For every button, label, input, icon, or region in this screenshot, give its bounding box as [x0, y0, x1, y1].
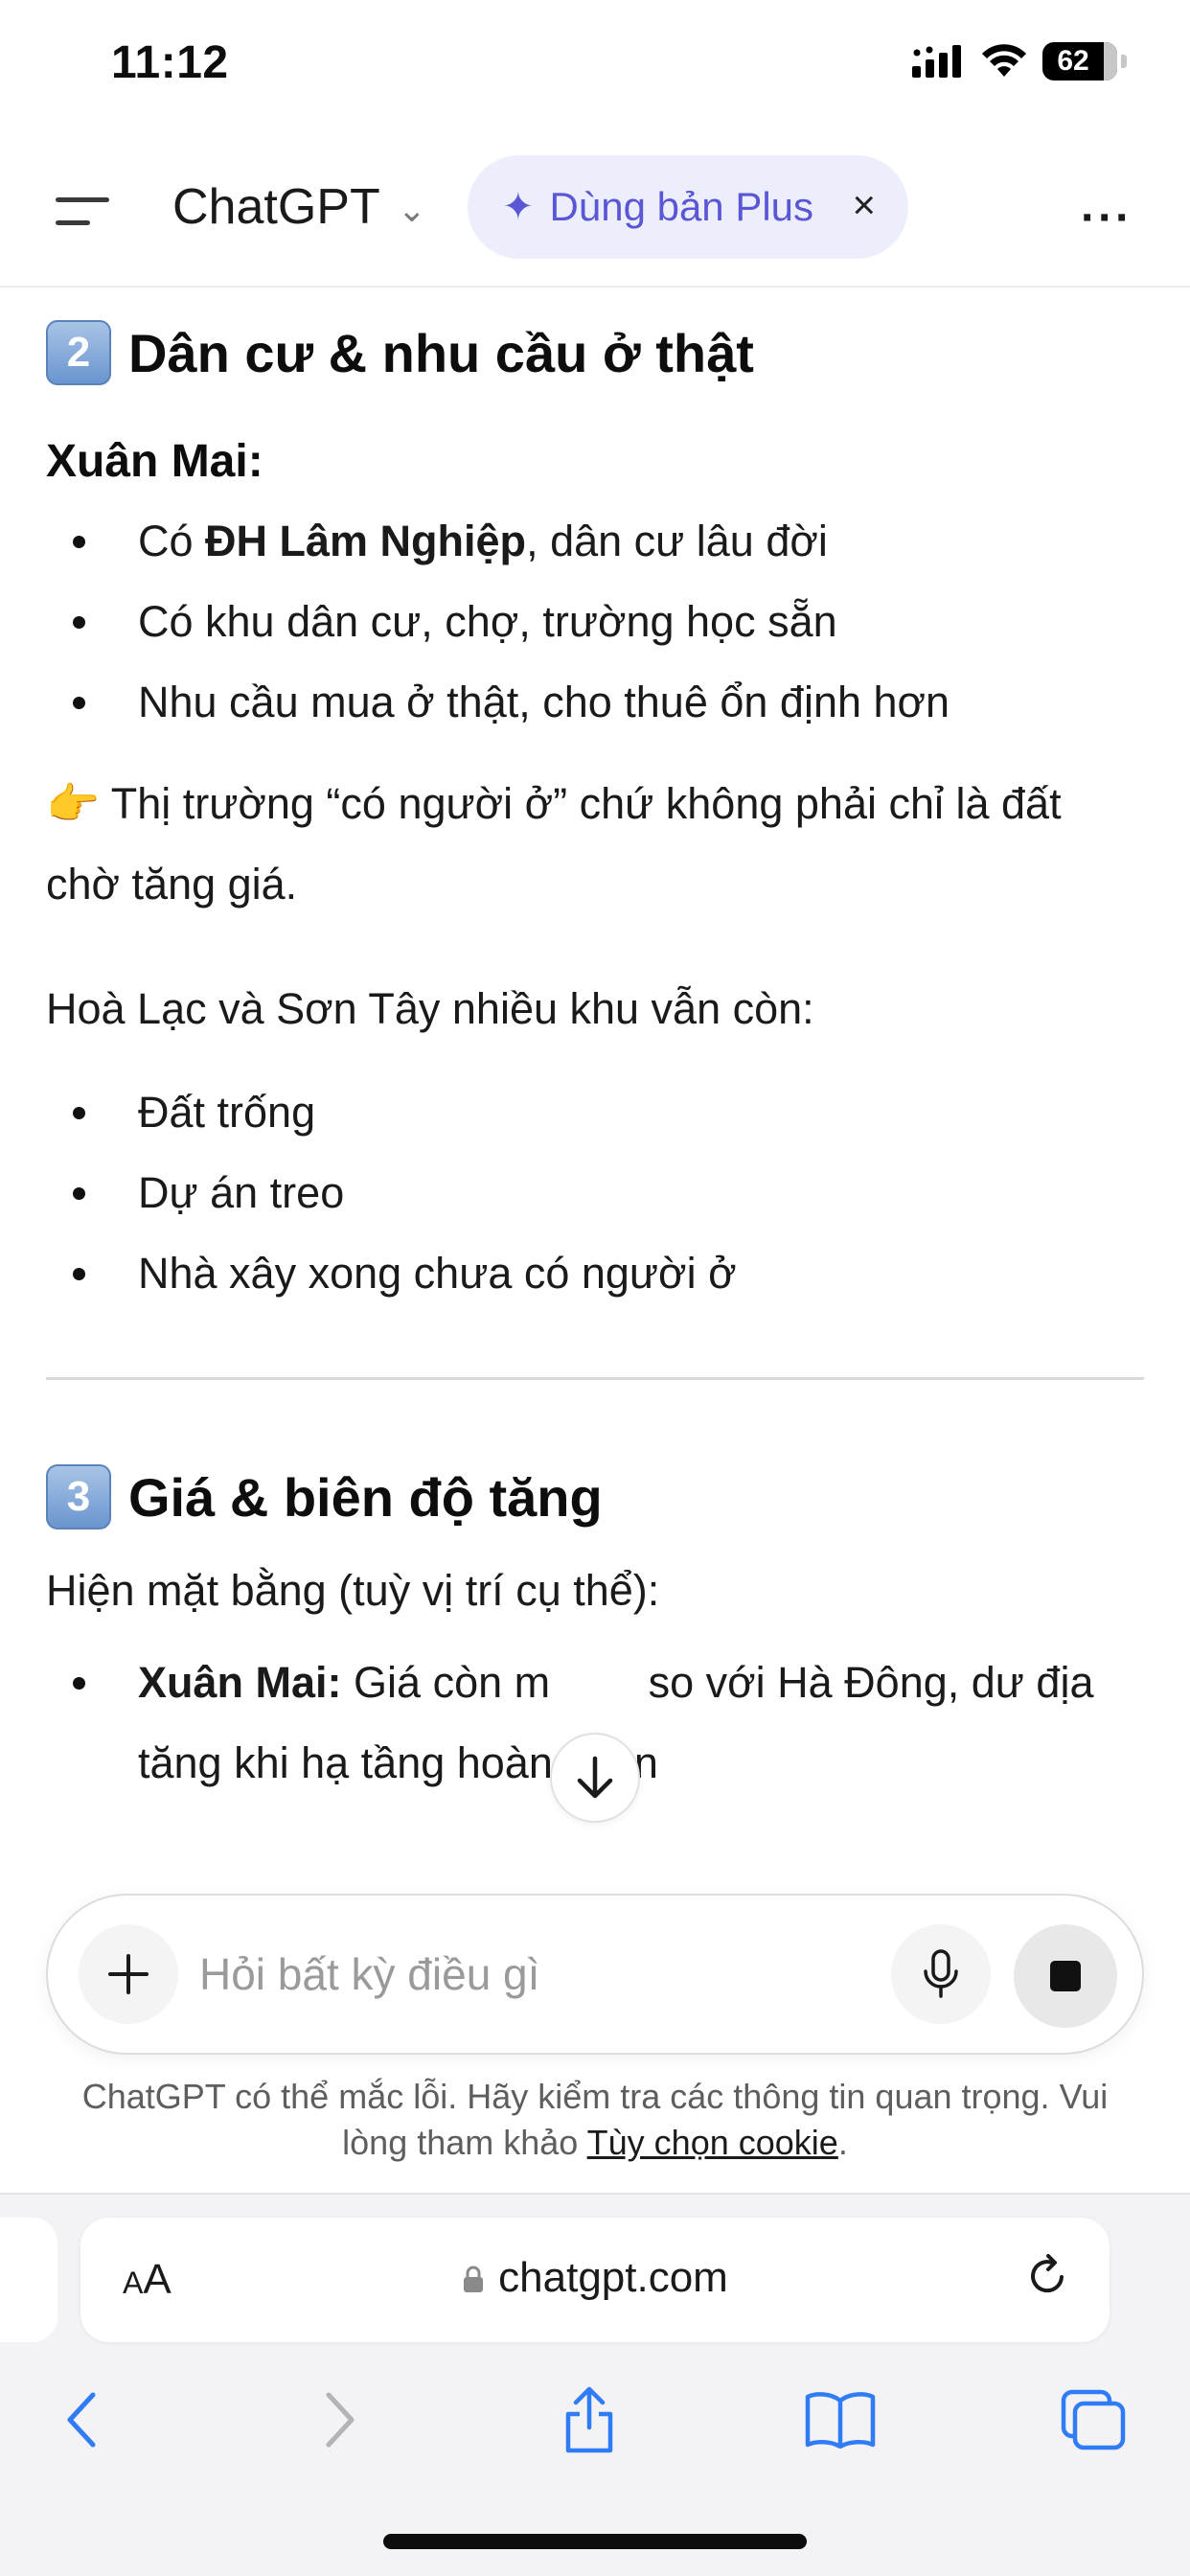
- voice-dictation-button[interactable]: [891, 1924, 991, 2024]
- reload-button[interactable]: [1023, 2252, 1071, 2312]
- assistant-message: 2 Dân cư & nhu cầu ở thật Xuân Mai: Có Đ…: [46, 288, 1144, 1804]
- arrow-down-icon: [577, 1756, 613, 1799]
- chevron-down-icon: ⌄: [397, 190, 426, 229]
- close-icon[interactable]: ×: [852, 182, 876, 228]
- url-text: chatgpt.com: [498, 2254, 728, 2301]
- stop-generating-button[interactable]: [1014, 1924, 1117, 2028]
- section-heading-3: 3 Giá & biên độ tăng: [46, 1464, 1144, 1530]
- share-button[interactable]: [546, 2377, 632, 2463]
- plus-icon: [108, 1954, 149, 1994]
- list-item: Có ĐH Lâm Nghiệp, dân cư lâu đời: [46, 501, 1144, 582]
- lock-icon: [464, 2266, 484, 2292]
- previous-tab-preview[interactable]: [0, 2218, 57, 2342]
- model-selector[interactable]: ChatGPT ⌄: [172, 178, 426, 236]
- upgrade-plus-label: Dùng bản Plus: [549, 184, 814, 229]
- list-item: Đất trống: [46, 1072, 1144, 1153]
- microphone-icon: [924, 1949, 958, 1998]
- sparkle-icon: ✦: [502, 186, 535, 228]
- pointer-paragraph: 👉 Thị trường “có người ở” chứ không phải…: [46, 779, 1062, 908]
- forward-button[interactable]: [297, 2377, 383, 2463]
- list-item: Nhu cầu mua ở thật, cho thuê ổn định hơn: [46, 662, 1144, 743]
- section-title: Dân cư & nhu cầu ở thật: [128, 322, 754, 383]
- bookmarks-button[interactable]: [797, 2377, 883, 2463]
- list-item: Dự án treo: [46, 1153, 1144, 1233]
- pointing-hand-icon: 👉: [46, 779, 101, 828]
- keycap-number-badge: 2: [46, 320, 111, 385]
- book-icon: [805, 2392, 876, 2449]
- paragraph: Hiện mặt bằng (tuỳ vị trí cụ thể):: [46, 1566, 660, 1615]
- chat-header: ChatGPT ⌄ ✦ Dùng bản Plus × ···: [0, 134, 1190, 288]
- upgrade-plus-button[interactable]: ✦ Dùng bản Plus ×: [468, 155, 908, 259]
- disclaimer: ChatGPT có thể mắc lỗi. Hãy kiểm tra các…: [81, 2077, 1109, 2162]
- home-indicator: [383, 2534, 807, 2549]
- wifi-icon: [982, 44, 1026, 77]
- attach-button[interactable]: [79, 1924, 178, 2024]
- cellular-signal-icon: [912, 45, 961, 78]
- list-item: Nhà xây xong chưa có người ở: [46, 1233, 1144, 1314]
- paragraph: Hoà Lạc và Sơn Tây nhiều khu vẫn còn:: [46, 984, 814, 1033]
- section-title: Giá & biên độ tăng: [128, 1466, 603, 1528]
- battery-icon: 62: [1042, 42, 1117, 80]
- keycap-number-badge: 3: [46, 1464, 111, 1530]
- bullet-list: Đất trống Dự án treo Nhà xây xong chưa c…: [46, 1072, 1144, 1314]
- back-button[interactable]: [38, 2377, 125, 2463]
- bullet-list: Có ĐH Lâm Nghiệp, dân cư lâu đời Có khu …: [46, 501, 1144, 743]
- address-bar[interactable]: AA chatgpt.com: [80, 2218, 1110, 2342]
- divider: [46, 1377, 1144, 1380]
- status-icons: 62: [912, 42, 1127, 80]
- tabs-button[interactable]: [1050, 2377, 1136, 2463]
- tabs-icon: [1061, 2389, 1126, 2450]
- message-input[interactable]: [199, 1945, 774, 2003]
- stop-icon: [1050, 1961, 1081, 1991]
- more-options-button[interactable]: ···: [1081, 192, 1133, 244]
- status-bar: 11:12 62: [0, 0, 1190, 134]
- sidebar-menu-button[interactable]: [56, 188, 113, 236]
- battery-level: 62: [1057, 45, 1089, 77]
- status-time: 11:12: [111, 37, 229, 88]
- reload-icon: [1031, 2254, 1064, 2293]
- app-title: ChatGPT: [172, 179, 380, 235]
- message-composer: [46, 1894, 1144, 2055]
- list-item: Có khu dân cư, chợ, trường học sẵn: [46, 582, 1144, 662]
- share-icon: [565, 2386, 613, 2453]
- chevron-left-icon: [67, 2392, 96, 2448]
- scroll-to-bottom-button[interactable]: [550, 1733, 640, 1823]
- chevron-right-icon: [326, 2392, 355, 2448]
- subheading-xuan-mai: Xuân Mai:: [46, 436, 263, 487]
- browser-toolbar: [0, 2367, 1190, 2463]
- cookie-preferences-link[interactable]: Tùy chọn cookie: [587, 2123, 838, 2162]
- section-heading-2: 2 Dân cư & nhu cầu ở thật: [46, 320, 1144, 385]
